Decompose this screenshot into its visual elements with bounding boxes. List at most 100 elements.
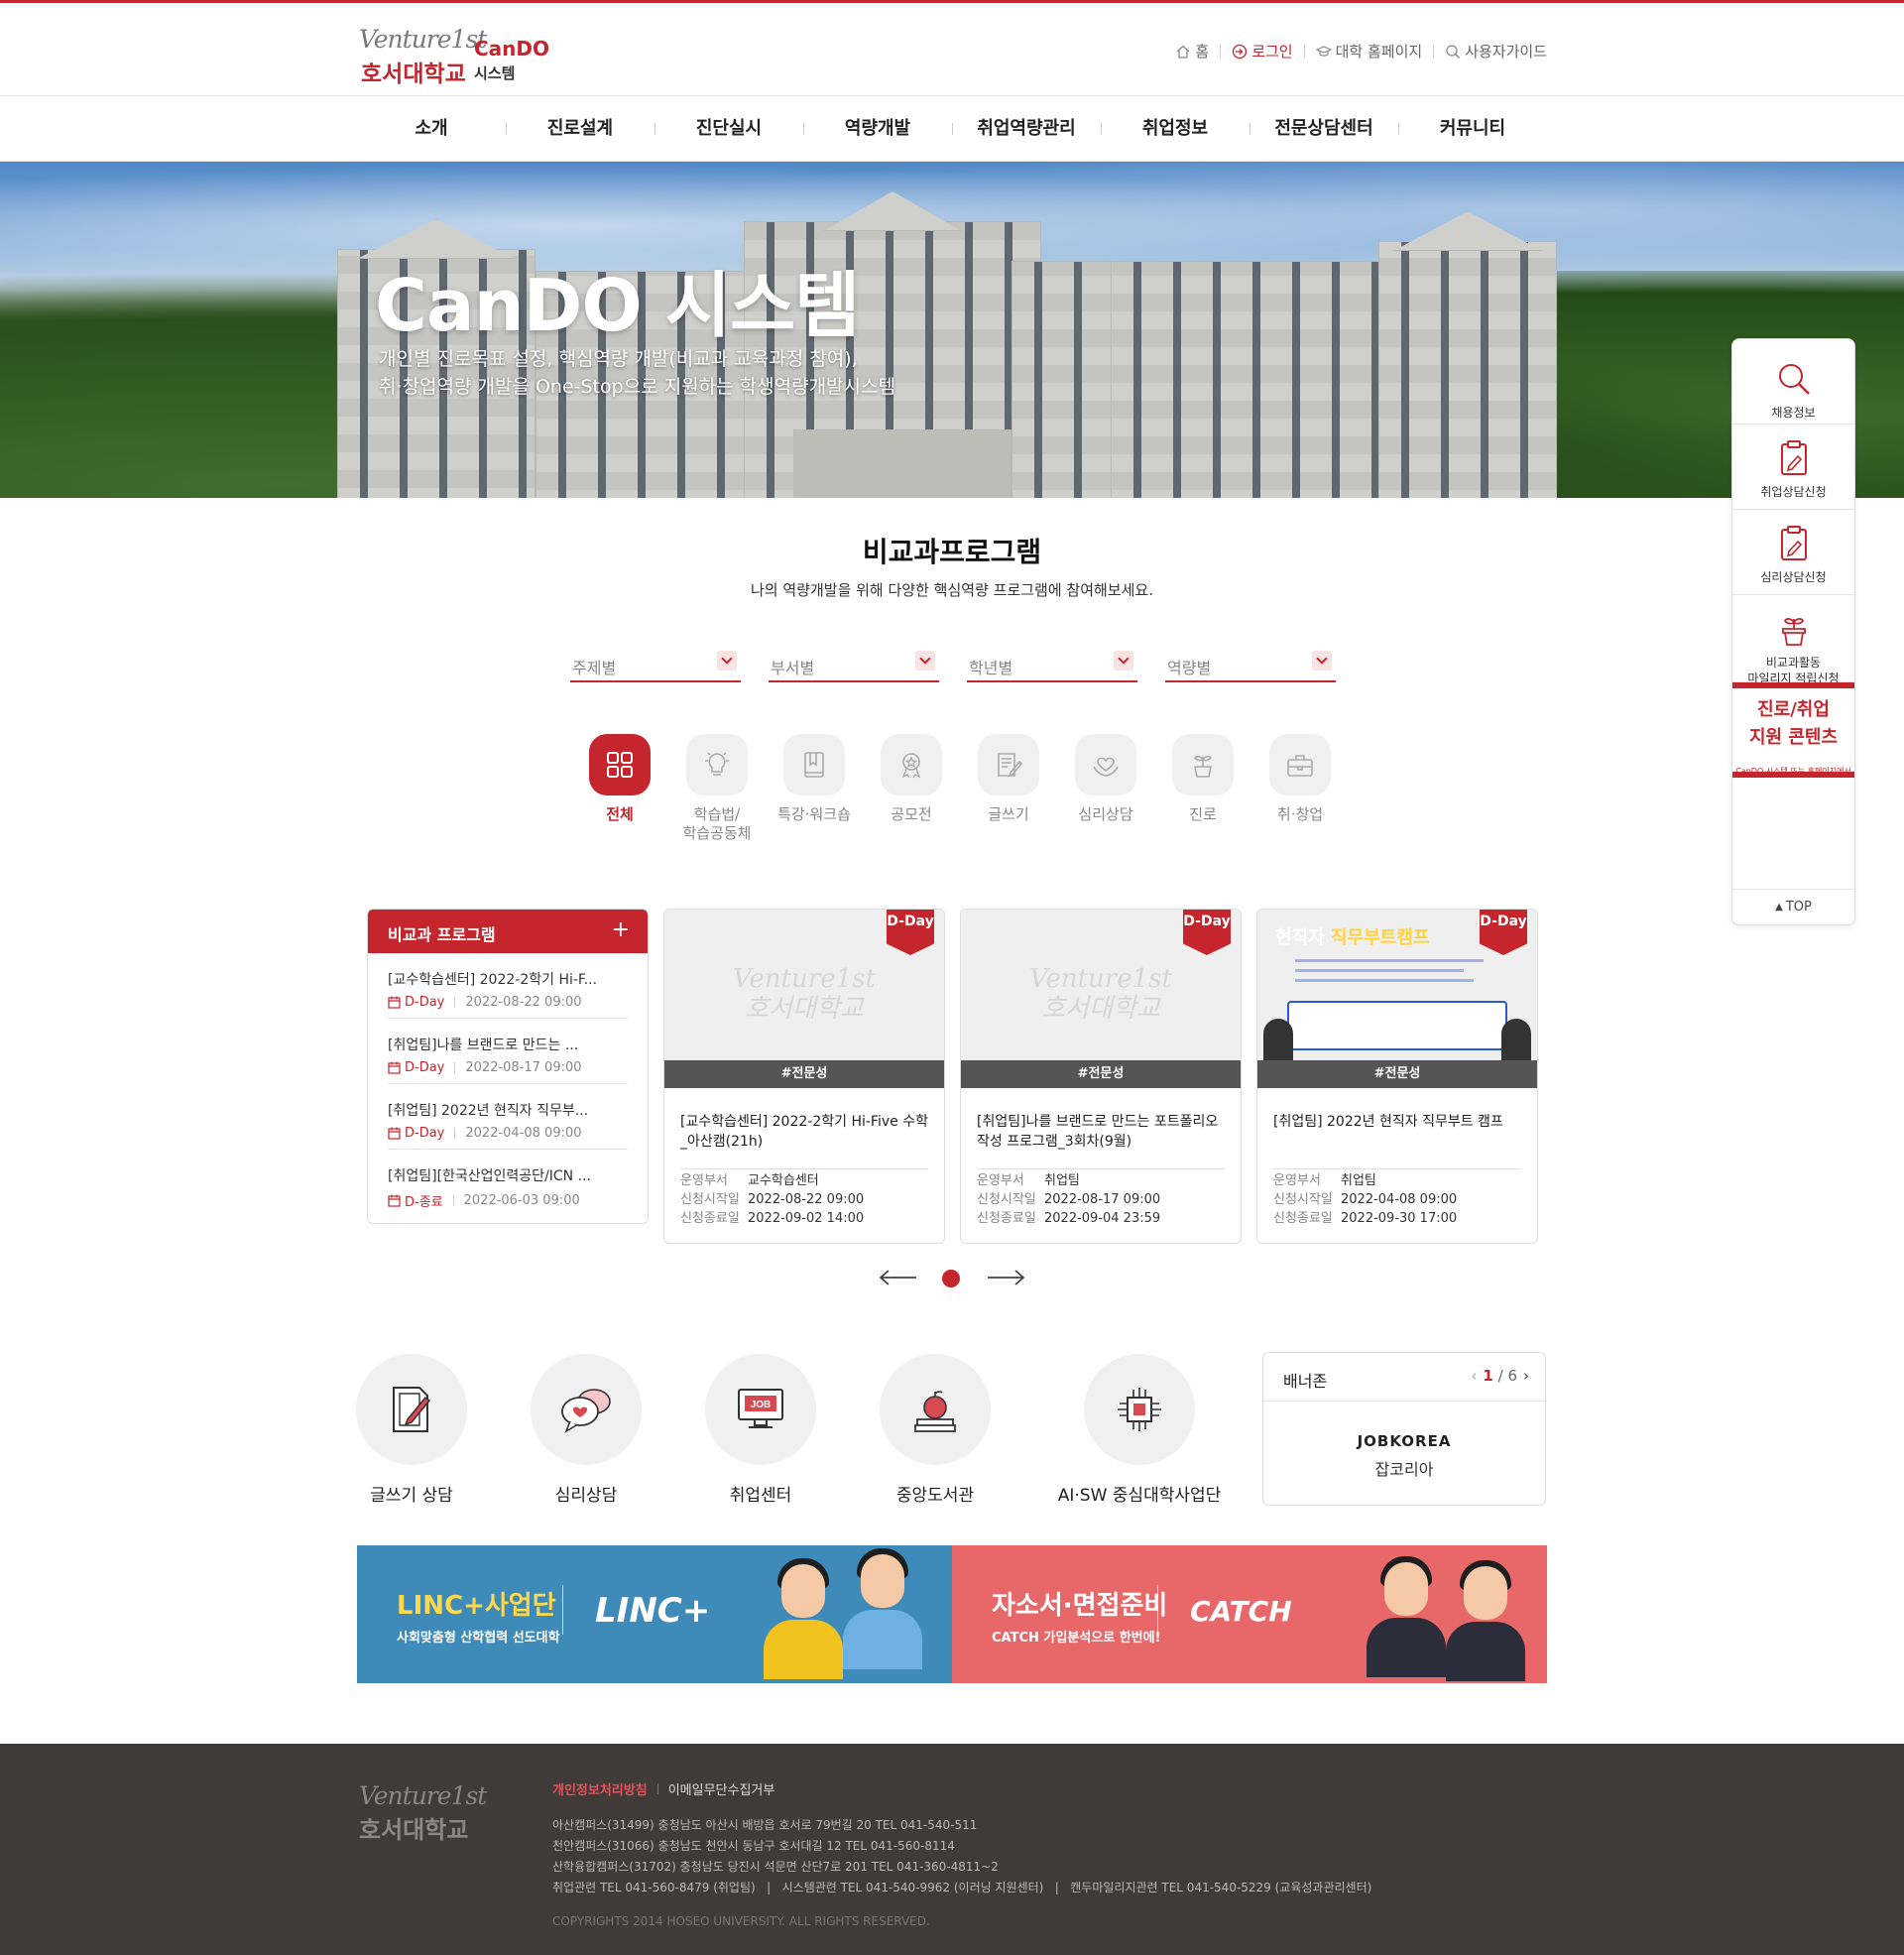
hero-banner: CanDO 시스템 개인별 진로목표 설정, 핵심역량 개발(비교과 교육과정 … xyxy=(0,162,1904,498)
footer: Venture1st 호서대학교 개인정보처리방침 이메일무단수집거부 아산캠퍼… xyxy=(0,1744,1904,1955)
job-monitor-icon: JOB xyxy=(738,1389,783,1428)
category-lecture-workshop[interactable]: 특강·워크숍 xyxy=(774,734,854,824)
nav-item-counseling[interactable]: 전문상담센터 xyxy=(1250,97,1398,161)
writing-icon xyxy=(998,753,1023,778)
chevron-down-icon xyxy=(1312,651,1332,671)
illustration-person xyxy=(1446,1560,1525,1683)
svg-text:JOB: JOB xyxy=(751,1400,772,1410)
arrow-left-icon[interactable] xyxy=(879,1268,918,1287)
nav-item-competency[interactable]: 역량개발 xyxy=(803,97,952,161)
list-item[interactable]: [취업팀] 2022년 현직자 직무부... D-Day 2022-04-08 0… xyxy=(388,1084,628,1150)
nav-item-community[interactable]: 커뮤니티 xyxy=(1398,97,1547,161)
plant-pot-icon xyxy=(1781,618,1806,646)
footer-copyright: COPYRIGHTS 2014 HOSEO UNIVERSITY. ALL RI… xyxy=(552,1914,930,1928)
filter-department-select[interactable]: 부서별 xyxy=(769,647,939,682)
category-study-method-label: 학습법/학습공동체 xyxy=(682,805,752,842)
quick-link-counseling[interactable]: 심리상담 xyxy=(512,1354,660,1506)
chevron-left-icon[interactable]: ‹ xyxy=(1471,1367,1477,1385)
util-home-link[interactable]: 홈 xyxy=(1175,41,1209,61)
chevron-down-icon xyxy=(1114,651,1133,671)
quickbar-item-jobs[interactable]: 채용정보 xyxy=(1732,339,1854,425)
card-meta: 운영부서 교수학습센터 신청시작일 2022-08-22 09:00 신청종료일 20… xyxy=(680,1173,865,1226)
list-item[interactable]: [교수학습센터] 2022-2학기 Hi-F... D-Day 2022-08-2… xyxy=(388,953,628,1019)
footer-logo: Venture1st 호서대학교 xyxy=(359,1781,487,1844)
nav-item-career-design[interactable]: 진로설계 xyxy=(506,97,654,161)
writing-doc-icon xyxy=(393,1387,431,1432)
briefcase-icon xyxy=(1287,755,1313,777)
program-section-subtitle: 나의 역량개발을 위해 다양한 핵심역량 프로그램에 참여해보세요. xyxy=(751,581,1153,599)
category-startup[interactable]: 취·창업 xyxy=(1260,734,1340,824)
quickbar-item-mileage[interactable]: 비교과활동 마일리지 적립신청 xyxy=(1732,595,1854,685)
util-guide-link[interactable]: 사용자가이드 xyxy=(1445,41,1547,61)
list-item-title: [교수학습센터] 2022-2학기 Hi-F... xyxy=(388,972,598,988)
arrow-right-icon[interactable] xyxy=(986,1268,1025,1287)
nav-item-diagnosis[interactable]: 진단실시 xyxy=(654,97,803,161)
filter-grade-select[interactable]: 학년별 xyxy=(967,647,1137,682)
list-item-status: D-Day xyxy=(405,1060,445,1075)
list-item-status: D-Day xyxy=(405,1126,445,1141)
site-logo[interactable]: Venture1st 호서대학교 CanDO 시스템 xyxy=(359,17,557,87)
carousel-dot-active[interactable] xyxy=(942,1270,960,1287)
quick-link-library[interactable]: 중앙도서관 xyxy=(861,1354,1010,1506)
program-card[interactable]: 현직자 직무부트캠프 #전문성 D-Day [취업팀] 2022년 현직자 직무… xyxy=(1256,909,1538,1244)
filter-competency-select[interactable]: 역량별 xyxy=(1165,647,1336,682)
nav-item-employment-competency[interactable]: 취업역량관리 xyxy=(952,97,1101,161)
banner-jobkorea-name[interactable]: 잡코리아 xyxy=(1263,1456,1545,1480)
quickbar-career-content-banner[interactable]: 진로/취업지원 콘텐츠 CanDO 시스템 또는 홈페이지에서 xyxy=(1732,682,1854,778)
chevron-right-icon[interactable]: › xyxy=(1523,1367,1529,1385)
privacy-policy-link[interactable]: 개인정보처리방침 xyxy=(552,1779,648,1798)
banner-zone-total: 6 xyxy=(1507,1367,1517,1385)
category-writing[interactable]: 글쓰기 xyxy=(969,734,1048,824)
hero-title: CanDO 시스템 xyxy=(375,264,860,347)
category-all[interactable]: 전체 xyxy=(580,734,659,824)
card-tag: #전문성 xyxy=(664,1060,944,1088)
header: Venture1st 호서대학교 CanDO 시스템 홈 로그인 대학 홈페이지… xyxy=(0,3,1904,96)
quick-link-writing[interactable]: 글쓰기 상담 xyxy=(337,1354,486,1506)
banner-zone-title: 배너존 xyxy=(1283,1372,1328,1391)
list-item[interactable]: [취업팀][한국산업인력공단/ICN ... D-종료 2022-06-03 09… xyxy=(388,1150,628,1215)
list-item-status: D-Day xyxy=(405,995,445,1010)
card-watermark-logo: Venture1st 호서대학교 xyxy=(1029,964,1172,1024)
footer-links: 개인정보처리방침 이메일무단수집거부 xyxy=(552,1779,774,1798)
search-icon xyxy=(1778,364,1810,395)
util-login-label: 로그인 xyxy=(1251,43,1293,61)
hero-subtitle-1: 개인별 진로목표 설정, 핵심역량 개발(비교과 교육과정 참여), xyxy=(379,348,858,370)
list-item[interactable]: [취업팀]나를 브랜드로 만드는 ... D-Day 2022-08-17 09:… xyxy=(388,1019,628,1084)
category-counseling[interactable]: 심리상담 xyxy=(1066,734,1145,824)
util-university-link[interactable]: 대학 홈페이지 xyxy=(1315,41,1422,61)
category-study-method[interactable]: 학습법/학습공동체 xyxy=(677,734,757,843)
program-card[interactable]: Venture1st 호서대학교 #전문성 D-Day [취업팀]나를 브랜드로 … xyxy=(960,909,1242,1244)
category-career[interactable]: 진로 xyxy=(1163,734,1243,824)
banner-jobkorea-logo[interactable]: JOBKOREA xyxy=(1263,1432,1545,1450)
filter-topic-select[interactable]: 주제별 xyxy=(570,647,741,682)
program-card[interactable]: Venture1st 호서대학교 #전문성 D-Day [교수학습센터] 2022… xyxy=(663,909,945,1244)
nav-item-intro[interactable]: 소개 xyxy=(357,97,506,161)
quick-menu-sidebar: 채용정보 취업상담신청 심리상담신청 비교과활동 마일리지 적립신청 진로/취업 지… xyxy=(1731,338,1855,925)
calendar-icon xyxy=(388,1061,401,1074)
quickbar-item-job-counseling[interactable]: 취업상담신청 xyxy=(1732,425,1854,510)
quick-link-counseling-label: 심리상담 xyxy=(554,1486,618,1506)
sprout-icon xyxy=(1194,755,1212,778)
category-contest-label: 공모전 xyxy=(891,805,932,823)
filter-department-label: 부서별 xyxy=(771,659,815,677)
card-title: [교수학습센터] 2022-2학기 Hi-Five 수학_아산캠(21h) xyxy=(680,1112,928,1169)
quickbar-item-psy-counseling[interactable]: 심리상담신청 xyxy=(1732,510,1854,595)
card-title: [취업팀] 2022년 현직자 직무부트 캠프 xyxy=(1273,1112,1521,1169)
back-to-top-button[interactable]: ▲ TOP xyxy=(1732,889,1854,924)
nav-item-employment-info[interactable]: 취업정보 xyxy=(1101,97,1250,161)
banner-linc[interactable]: LINC+사업단 사회맞춤형 산학협력 선도대학 LINC+ xyxy=(357,1545,952,1683)
illustration-person xyxy=(764,1558,843,1683)
category-contest[interactable]: 공모전 xyxy=(872,734,951,824)
banner-catch[interactable]: 자소서·면접준비 CATCH 가입분석으로 한번에! CATCH xyxy=(952,1545,1547,1683)
main-navigation: 소개 진로설계 진단실시 역량개발 취업역량관리 취업정보 전문상담센터 커뮤니… xyxy=(0,97,1904,162)
quick-link-job-center[interactable]: JOB 취업센터 xyxy=(686,1354,835,1506)
banner-linc-subtitle: 사회맞춤형 산학협력 선도대학 xyxy=(397,1631,560,1646)
category-all-label: 전체 xyxy=(606,805,634,823)
email-refusal-link[interactable]: 이메일무단수집거부 xyxy=(668,1779,775,1798)
card-end-date: 2022-09-30 17:00 xyxy=(1341,1211,1458,1226)
lightbulb-icon xyxy=(705,752,729,776)
quick-link-ai-sw[interactable]: AI·SW 중심대학사업단 xyxy=(1035,1354,1244,1506)
plus-icon[interactable]: + xyxy=(612,919,630,941)
card-end-date: 2022-09-02 14:00 xyxy=(748,1211,865,1226)
util-login-link[interactable]: 로그인 xyxy=(1232,41,1293,61)
